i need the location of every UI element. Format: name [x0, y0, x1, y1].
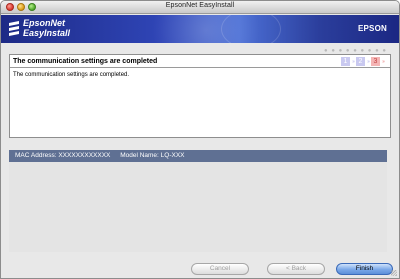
step-panel: The communication settings are completed… [9, 54, 391, 138]
step-arrows-3: ››› [382, 58, 385, 65]
epsonnet-logo-icon [9, 21, 19, 36]
step-message: The communication settings are completed… [13, 72, 130, 78]
step-panel-header: The communication settings are completed… [10, 55, 390, 68]
cancel-button[interactable]: Cancel [191, 263, 249, 275]
step-arrows-2: ››› [367, 58, 370, 65]
step-3-badge: 3 [371, 57, 380, 66]
title-bar: EpsonNet EasyInstall [1, 1, 399, 14]
window-title: EpsonNet EasyInstall [165, 2, 235, 9]
mac-address-text: MAC Address: XXXXXXXXXXXX [15, 152, 111, 159]
epson-brand: EPSON [357, 24, 387, 33]
step-2-badge: 2 [356, 57, 365, 66]
finish-button[interactable]: Finish [336, 263, 393, 275]
device-info-area [9, 162, 387, 252]
device-info-bar: MAC Address: XXXXXXXXXXXX Model Name: LQ… [9, 150, 387, 162]
product-logo: EpsonNet EasyInstall [23, 18, 70, 38]
banner-decoration-ring [221, 15, 281, 43]
installer-window: EpsonNet EasyInstall EpsonNet EasyInstal… [0, 0, 400, 279]
header-banner: EpsonNet EasyInstall EPSON [1, 15, 399, 43]
step-title: The communication settings are completed [13, 58, 158, 65]
step-arrows-1: ››› [352, 58, 355, 65]
back-button[interactable]: < Back [267, 263, 325, 275]
step-indicator: 1 ››› 2 ››› 3 ››› [341, 57, 386, 66]
product-name-line1: EpsonNet [23, 18, 66, 28]
resize-grip-icon[interactable] [391, 270, 397, 276]
model-name-text: Model Name: LQ-XXX [120, 152, 185, 159]
step-1-badge: 1 [341, 57, 350, 66]
product-name-line2: EasyInstall [23, 28, 71, 38]
